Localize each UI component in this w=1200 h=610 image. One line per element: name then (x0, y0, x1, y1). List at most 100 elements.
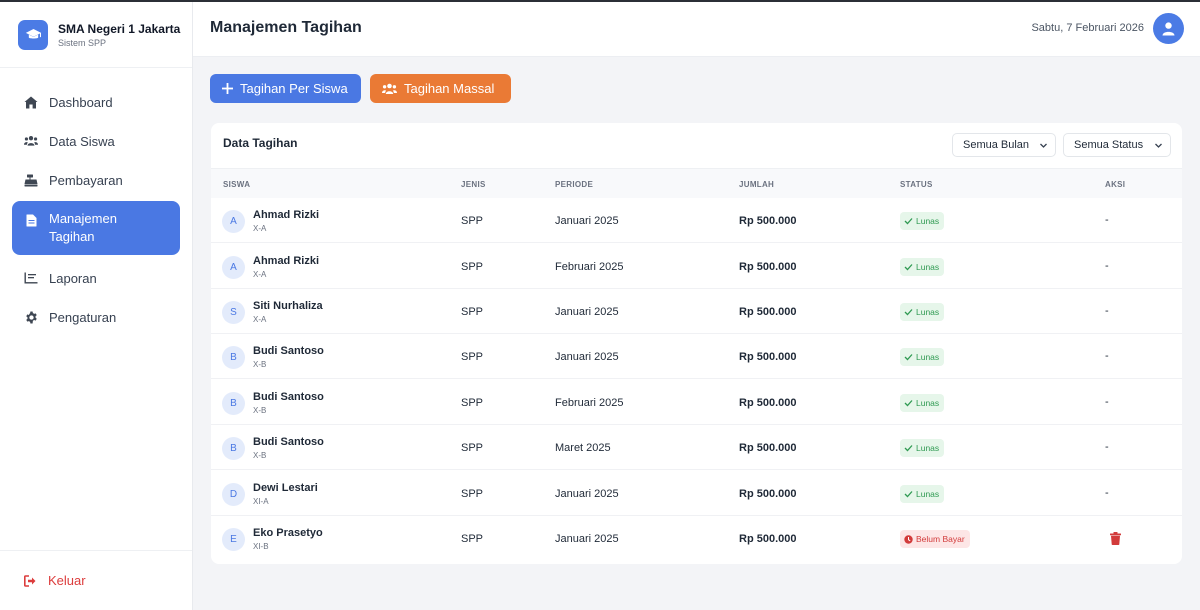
page-title: Manajemen Tagihan (210, 19, 362, 36)
month-filter-value: Semua Bulan (963, 139, 1030, 151)
student-name: Budi Santoso (253, 391, 324, 403)
month-filter-select[interactable]: Semua Bulan (952, 133, 1056, 157)
student-class: X-B (253, 451, 267, 460)
student-class: X-B (253, 360, 267, 369)
bill-amount: Rp 500.000 (739, 215, 797, 227)
sidebar-item-dashboard[interactable]: Dashboard (12, 83, 180, 121)
bill-period: Maret 2025 (555, 442, 611, 454)
student-initial-avatar: A (222, 256, 245, 279)
bill-amount: Rp 500.000 (739, 442, 797, 454)
bill-type: SPP (461, 533, 484, 545)
logout-icon (24, 574, 38, 588)
student-initial-avatar: D (222, 483, 245, 506)
status-filter-select[interactable]: Semua Status (1063, 133, 1171, 157)
bill-period: Februari 2025 (555, 397, 624, 409)
action-none: - (1105, 441, 1109, 453)
sidebar-item-data-siswa[interactable]: Data Siswa (12, 122, 180, 160)
trash-icon (1110, 532, 1121, 545)
student-initial-avatar: E (222, 528, 245, 551)
check-icon (904, 308, 913, 316)
sidebar-nav: Dashboard Data Siswa Pembayaran Manajeme… (0, 68, 192, 336)
status-badge: Lunas (900, 303, 945, 321)
status-label: Belum Bayar (916, 534, 965, 544)
status-badge: Lunas (900, 212, 945, 230)
student-name: Budi Santoso (253, 436, 324, 448)
sidebar-item-label: Dashboard (49, 94, 113, 110)
bill-type: SPP (461, 397, 484, 409)
action-none: - (1105, 350, 1109, 362)
header-date: Sabtu, 7 Februari 2026 (1031, 22, 1144, 34)
table-header: SISWA JENIS PERIODE JUMLAH STATUS AKSI (211, 168, 1182, 198)
home-icon (24, 95, 38, 109)
column-header-jenis: JENIS (461, 180, 486, 189)
student-initial-avatar: A (222, 210, 245, 233)
sidebar-item-pembayaran[interactable]: Pembayaran (12, 161, 180, 199)
student-name: Ahmad Rizki (253, 209, 320, 221)
column-header-aksi: AKSI (1105, 180, 1126, 189)
invoice-icon (24, 213, 38, 227)
bill-period: Januari 2025 (555, 533, 619, 545)
column-header-siswa: SISWA (223, 180, 251, 189)
add-bulk-bill-button[interactable]: Tagihan Massal (370, 74, 511, 103)
check-icon (904, 263, 913, 271)
plus-icon (222, 83, 233, 94)
student-initial-avatar: B (222, 346, 245, 369)
status-label: Lunas (916, 216, 940, 226)
bill-amount: Rp 500.000 (739, 533, 797, 545)
sidebar-item-pengaturan[interactable]: Pengaturan (12, 298, 180, 336)
card-title: Data Tagihan (223, 136, 298, 150)
action-none: - (1105, 214, 1109, 226)
table-row: B Budi Santoso X-B SPP Februari 2025 Rp … (211, 380, 1182, 425)
action-none: - (1105, 260, 1109, 272)
sidebar-item-label: Pembayaran (49, 172, 123, 188)
student-initial-avatar: B (222, 392, 245, 415)
sidebar-item-label: Laporan (49, 270, 97, 286)
check-icon (904, 490, 913, 498)
status-label: Lunas (916, 352, 940, 362)
sidebar: SMA Negeri 1 Jakarta Sistem SPP Dashboar… (0, 2, 193, 610)
table-row: D Dewi Lestari XI-A SPP Januari 2025 Rp … (211, 471, 1182, 516)
sidebar-item-label: Pengaturan (49, 309, 117, 325)
chevron-down-icon (1039, 141, 1048, 153)
sidebar-item-manajemen-tagihan[interactable]: Manajemen Tagihan (12, 201, 180, 255)
status-label: Lunas (916, 262, 940, 272)
brand: SMA Negeri 1 Jakarta Sistem SPP (0, 2, 192, 68)
student-class: X-A (253, 224, 267, 233)
sidebar-item-laporan[interactable]: Laporan (12, 259, 180, 297)
bill-type: SPP (461, 261, 484, 273)
table-row: S Siti Nurhaliza X-A SPP Januari 2025 Rp… (211, 289, 1182, 334)
bill-type: SPP (461, 442, 484, 454)
student-initial-avatar: S (222, 301, 245, 324)
status-badge: Lunas (900, 485, 945, 503)
check-icon (904, 444, 913, 452)
student-name: Eko Prasetyo (253, 527, 323, 539)
student-initial-avatar: B (222, 437, 245, 460)
users-icon (382, 83, 397, 95)
bill-amount: Rp 500.000 (739, 488, 797, 500)
gear-icon (24, 310, 38, 324)
sidebar-item-label: Manajemen Tagihan (49, 211, 117, 244)
check-icon (904, 353, 913, 361)
bill-amount: Rp 500.000 (739, 397, 797, 409)
logout-button[interactable]: Keluar (0, 550, 192, 610)
delete-bill-button[interactable] (1110, 532, 1121, 545)
student-name: Ahmad Rizki (253, 255, 320, 267)
user-avatar-button[interactable] (1153, 13, 1184, 44)
add-single-bill-button[interactable]: Tagihan Per Siswa (210, 74, 361, 103)
column-header-status: STATUS (900, 180, 933, 189)
bill-type: SPP (461, 215, 484, 227)
status-badge: Lunas (900, 348, 945, 366)
status-badge: Lunas (900, 394, 945, 412)
status-label: Lunas (916, 489, 940, 499)
graduation-cap-icon (18, 19, 48, 50)
status-badge: Belum Bayar (900, 530, 970, 548)
cash-register-icon (24, 173, 38, 187)
student-class: XI-B (253, 542, 269, 551)
top-header: Manajemen Tagihan Sabtu, 7 Februari 2026 (193, 2, 1200, 57)
bill-amount: Rp 500.000 (739, 351, 797, 363)
table-row: E Eko Prasetyo XI-B SPP Januari 2025 Rp … (211, 516, 1182, 564)
status-label: Lunas (916, 398, 940, 408)
bill-type: SPP (461, 351, 484, 363)
table-row: A Ahmad Rizki X-A SPP Januari 2025 Rp 50… (211, 198, 1182, 243)
brand-name: SMA Negeri 1 Jakarta (58, 21, 181, 36)
